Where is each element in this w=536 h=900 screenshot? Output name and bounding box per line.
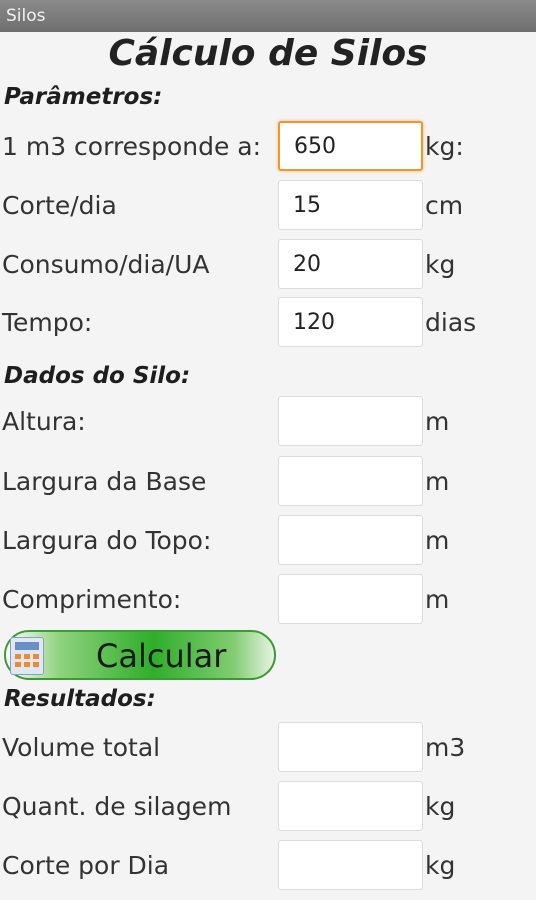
param-label: Consumo/dia/UA <box>2 250 210 279</box>
param-unit: kg: <box>425 132 464 161</box>
result-row-silagem: Quant. de silagem kg <box>0 779 536 835</box>
param-row-tempo: Tempo: dias <box>0 295 536 351</box>
silo-unit: m <box>425 467 450 496</box>
result-row-corte-dia: Corte por Dia kg <box>0 838 536 894</box>
param-row-densidade: 1 m3 corresponde a: kg: <box>0 119 536 175</box>
param-unit: cm <box>425 191 464 220</box>
largura-base-input[interactable] <box>278 456 423 506</box>
page-title: Cálculo de Silos <box>108 33 428 74</box>
consumo-input[interactable] <box>278 239 423 289</box>
window-title: Silos <box>6 6 46 26</box>
altura-input[interactable] <box>278 396 423 446</box>
param-unit: kg <box>425 250 456 279</box>
silo-unit: m <box>425 526 450 555</box>
densidade-input[interactable] <box>278 121 423 171</box>
volume-total-output[interactable] <box>278 722 423 772</box>
result-label: Volume total <box>2 733 161 762</box>
tempo-input[interactable] <box>278 297 423 347</box>
silo-row-largura-base: Largura da Base m <box>0 454 536 510</box>
corte-por-dia-output[interactable] <box>278 840 423 890</box>
largura-topo-input[interactable] <box>278 515 423 565</box>
silo-label: Comprimento: <box>2 585 182 614</box>
section-resultados-header: Resultados: <box>4 686 156 712</box>
section-silo-header: Dados do Silo: <box>4 363 191 389</box>
result-label: Quant. de silagem <box>2 792 232 821</box>
silo-label: Largura da Base <box>2 467 207 496</box>
calcular-button[interactable]: Calcular <box>4 630 276 680</box>
result-label: Corte por Dia <box>2 851 170 880</box>
result-unit: kg <box>425 792 456 821</box>
window-titlebar: Silos <box>0 0 536 32</box>
result-unit: kg <box>425 851 456 880</box>
param-unit: dias <box>425 308 477 337</box>
silo-label: Altura: <box>2 407 86 436</box>
silo-row-altura: Altura: m <box>0 394 536 450</box>
corte-dia-input[interactable] <box>278 180 423 230</box>
param-label: Corte/dia <box>2 191 117 220</box>
calcular-button-label: Calcular <box>96 637 227 675</box>
section-parametros-header: Parâmetros: <box>4 84 163 110</box>
param-row-corte-dia: Corte/dia cm <box>0 178 536 234</box>
silo-unit: m <box>425 407 450 436</box>
result-row-volume: Volume total m3 <box>0 720 536 776</box>
result-unit: m3 <box>425 733 466 762</box>
silo-unit: m <box>425 585 450 614</box>
silo-row-largura-topo: Largura do Topo: m <box>0 513 536 569</box>
param-row-consumo: Consumo/dia/UA kg <box>0 237 536 293</box>
silo-row-comprimento: Comprimento: m <box>0 572 536 628</box>
quant-silagem-output[interactable] <box>278 781 423 831</box>
silo-label: Largura do Topo: <box>2 526 212 555</box>
calculator-icon <box>10 637 44 675</box>
comprimento-input[interactable] <box>278 574 423 624</box>
param-label: Tempo: <box>2 308 93 337</box>
param-label: 1 m3 corresponde a: <box>2 132 262 161</box>
